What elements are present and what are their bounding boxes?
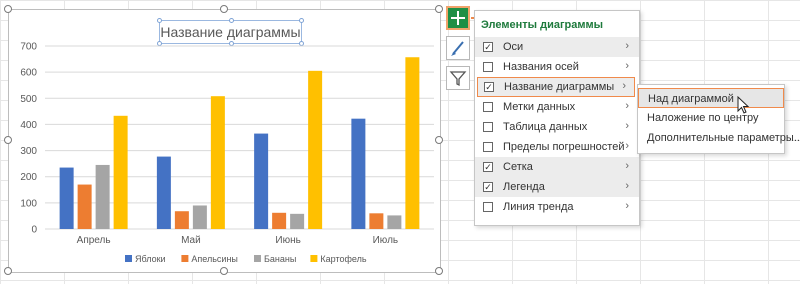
submenu-item-above-chart[interactable]: Над диаграммой	[638, 88, 784, 108]
menu-item-error-bars[interactable]: Пределы погрешностей ›	[475, 137, 639, 157]
chevron-right-icon: ›	[622, 80, 626, 92]
menu-item-data-labels[interactable]: Метки данных ›	[475, 97, 639, 117]
submenu-item-more-options[interactable]: Дополнительные параметры...	[638, 128, 800, 148]
menu-item-data-table[interactable]: Таблица данных ›	[475, 117, 639, 137]
menu-item-trendline[interactable]: Линия тренда ›	[475, 197, 639, 217]
checkbox[interactable]	[483, 102, 493, 112]
menu-item-label: Названия осей	[503, 61, 579, 73]
menu-item-label: Легенда	[503, 181, 545, 193]
checkbox[interactable]	[483, 122, 493, 132]
menu-item-label: Таблица данных	[503, 121, 588, 133]
checkbox[interactable]: ✓	[483, 162, 493, 172]
menu-item-chart-title[interactable]: ✓ Название диаграммы ›	[477, 77, 635, 97]
checkbox[interactable]	[483, 202, 493, 212]
submenu-item-label: Над диаграммой	[648, 93, 734, 105]
chevron-right-icon: ›	[625, 140, 629, 152]
chevron-right-icon: ›	[625, 160, 629, 172]
chart-title-submenu: Над диаграммой Наложение по центру Допол…	[637, 84, 800, 154]
submenu-item-label: Дополнительные параметры...	[647, 132, 800, 144]
menu-item-label: Название диаграммы	[504, 81, 615, 93]
menu-item-label: Линия тренда	[503, 201, 574, 213]
chevron-right-icon: ›	[625, 200, 629, 212]
checkbox[interactable]	[483, 142, 493, 152]
menu-item-axis-titles[interactable]: Названия осей ›	[475, 57, 639, 77]
chevron-right-icon: ›	[625, 120, 629, 132]
menu-item-label: Пределы погрешностей	[503, 141, 625, 153]
menu-item-label: Оси	[503, 41, 524, 53]
menu-item-label: Метки данных	[503, 101, 576, 113]
checkbox[interactable]	[483, 62, 493, 72]
chevron-right-icon: ›	[625, 180, 629, 192]
checkbox[interactable]: ✓	[484, 82, 494, 92]
submenu-item-centered-overlay[interactable]: Наложение по центру	[638, 108, 784, 128]
mouse-cursor-icon	[737, 96, 750, 114]
checkbox[interactable]: ✓	[483, 42, 493, 52]
chevron-right-icon: ›	[625, 100, 629, 112]
chevron-right-icon: ›	[625, 60, 629, 72]
checkbox[interactable]: ✓	[483, 182, 493, 192]
chevron-right-icon: ›	[625, 40, 629, 52]
menu-header: Элементы диаграммы	[481, 19, 604, 31]
menu-item-axes[interactable]: ✓ Оси ›	[475, 37, 639, 57]
menu-item-label: Сетка	[503, 161, 533, 173]
menu-item-legend[interactable]: ✓ Легенда ›	[475, 177, 639, 197]
chart-elements-menu: Элементы диаграммы ✓ Оси › Названия осей…	[474, 10, 640, 226]
menu-item-gridlines[interactable]: ✓ Сетка ›	[475, 157, 639, 177]
